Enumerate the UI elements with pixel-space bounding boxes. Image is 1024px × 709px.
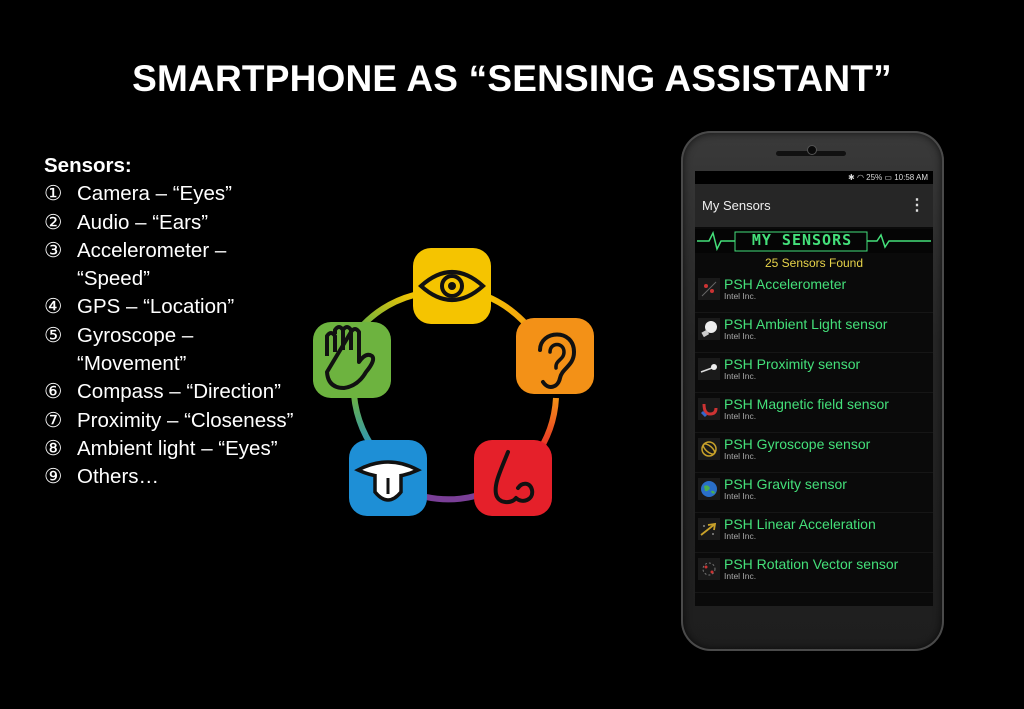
sensor-name: PSH Rotation Vector sensor [724,556,899,572]
sensor-vendor: Intel Inc. [724,411,757,421]
sensor-list-heading: Sensors: [44,154,132,177]
front-camera [807,145,817,155]
smartphone: ✱ ◠ 25% ▭ 10:58 AM My Sensors ⋮ MY SENSO… [681,131,944,651]
list-number: ② [44,210,63,234]
list-number: ⑨ [44,465,63,489]
phone-screen: ✱ ◠ 25% ▭ 10:58 AM My Sensors ⋮ MY SENSO… [695,171,933,606]
list-item: ④ GPS – “Location” [44,293,294,321]
app-title: My Sensors [702,198,771,213]
list-item[interactable]: PSH Rotation Vector sensor Intel Inc. [695,553,933,593]
list-item[interactable]: PSH Linear Acceleration Intel Inc. [695,513,933,553]
tongue-icon [349,440,427,516]
list-item[interactable]: PSH Gyroscope sensor Intel Inc. [695,433,933,473]
list-text: Proximity – “Closeness” [77,408,294,432]
bulb-icon [698,318,720,340]
sensor-name: PSH Ambient Light sensor [724,316,888,332]
list-number: ④ [44,295,63,319]
list-item[interactable]: PSH Accelerometer Intel Inc. [695,273,933,313]
sensor-name: PSH Gravity sensor [724,476,847,492]
list-item[interactable]: PSH Ambient Light sensor Intel Inc. [695,313,933,353]
list-item: ③ Accelerometer – “Speed” [44,237,294,294]
list-text: Gyroscope – “Movement” [77,323,194,376]
rotation-icon [698,558,720,580]
list-text: Camera – “Eyes” [77,182,232,206]
app-banner: MY SENSORS [695,227,933,255]
hand-icon [313,322,391,398]
linear-accel-icon [698,518,720,540]
magnet-icon [698,398,720,420]
ear-icon [516,318,594,394]
status-bar: ✱ ◠ 25% ▭ 10:58 AM [695,171,933,184]
accelerometer-icon [698,278,720,300]
gyroscope-icon [698,438,720,460]
list-text: Others… [77,465,160,489]
list-item: ⑧ Ambient light – “Eyes” [44,435,294,463]
list-item[interactable]: PSH Magnetic field sensor Intel Inc. [695,393,933,433]
list-item: ① Camera – “Eyes” [44,180,294,208]
overflow-menu-icon[interactable]: ⋮ [909,195,925,215]
list-text: Ambient light – “Eyes” [77,436,278,460]
sensor-vendor: Intel Inc. [724,291,757,301]
banner-title: MY SENSORS [751,231,853,249]
list-text: GPS – “Location” [77,295,235,319]
sensor-vendor: Intel Inc. [724,491,757,501]
eye-icon [413,248,491,324]
sensor-list-view[interactable]: PSH Accelerometer Intel Inc. PSH Ambient … [695,273,933,593]
five-senses-diagram [313,248,594,516]
list-item[interactable]: PSH Gravity sensor Intel Inc. [695,473,933,513]
slide-title: SMARTPHONE AS “SENSING ASSISTANT” [132,58,892,99]
sensor-name: PSH Accelerometer [724,276,847,292]
list-item: ⑦ Proximity – “Closeness” [44,407,294,435]
list-text: Compass – “Direction” [77,380,281,404]
proximity-icon [698,358,720,380]
sensor-name: PSH Proximity sensor [724,356,861,372]
sensor-name: PSH Linear Acceleration [724,516,876,532]
list-number: ① [44,182,63,206]
sensor-vendor: Intel Inc. [724,531,757,541]
list-number: ⑥ [44,380,63,404]
sensor-vendor: Intel Inc. [724,451,757,461]
sensor-vendor: Intel Inc. [724,331,757,341]
list-item: ⑨ Others… [44,463,294,491]
list-number: ⑦ [44,408,63,432]
list-item: ⑥ Compass – “Direction” [44,378,294,406]
list-number: ③ [44,238,63,262]
sensor-count: 25 Sensors Found [764,256,864,270]
sensor-name: PSH Magnetic field sensor [724,396,889,412]
nose-icon [474,440,552,516]
list-number: ⑧ [44,436,63,460]
list-number: ⑤ [44,323,63,347]
list-item[interactable]: PSH Proximity sensor Intel Inc. [695,353,933,393]
list-text: Audio – “Ears” [77,210,209,234]
sensor-list: Sensors: ① Camera – “Eyes” ② Audio – “Ears… [44,152,294,492]
sensor-name: PSH Gyroscope sensor [724,436,871,452]
list-text: Accelerometer – “Speed” [77,238,227,291]
sensor-vendor: Intel Inc. [724,371,757,381]
list-item: ② Audio – “Ears” [44,209,294,237]
list-item: ⑤ Gyroscope – “Movement” [44,322,294,379]
globe-icon [698,478,720,500]
app-bar: My Sensors ⋮ [695,184,933,227]
sensor-vendor: Intel Inc. [724,571,757,581]
